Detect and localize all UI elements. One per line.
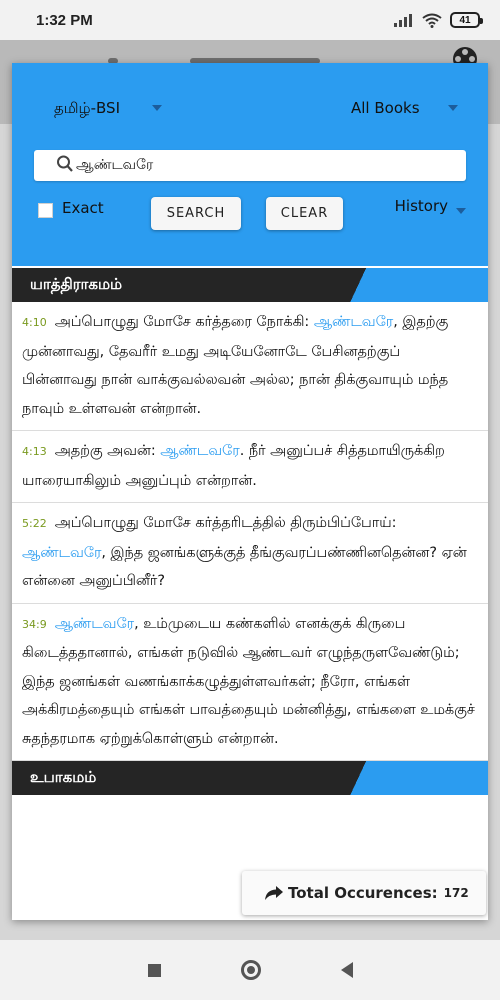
verse-item[interactable]: 4:10 அப்பொழுது மோசே கர்த்தரை நோக்கி: ஆண்ட… [12, 302, 488, 431]
system-nav-bar [0, 940, 500, 1000]
book-header: யாத்திராகமம் [12, 268, 488, 302]
share-arrow-icon [265, 886, 283, 900]
verse-item[interactable]: 5:22 அப்பொழுது மோசே கர்த்தரிடத்தில் திரும… [12, 503, 488, 604]
total-label: Total Occurences: [288, 884, 438, 902]
search-input[interactable] [60, 157, 440, 174]
book-title: யாத்திராகமம் [30, 275, 123, 293]
home-icon[interactable] [240, 960, 261, 980]
total-occurrences-button[interactable]: Total Occurences: 172 [242, 871, 486, 915]
recents-icon[interactable] [147, 963, 161, 977]
verse-text: அதற்கு அவன்: [54, 443, 161, 459]
verse-match: ஆண்டவரே [160, 443, 240, 459]
status-bar: 1:32 PM 41 [0, 0, 500, 40]
verse-ref: 5:22 [22, 517, 47, 530]
results-list[interactable]: யாத்திராகமம் 4:10 அப்பொழுது மோசே கர்த்தரை… [12, 268, 488, 795]
status-time: 1:32 PM [36, 11, 93, 29]
search-field[interactable] [34, 150, 466, 181]
chevron-down-icon[interactable] [448, 105, 458, 111]
verse-text: அப்பொழுது மோசே கர்த்தரிடத்தில் திரும்பிப… [54, 515, 397, 531]
verse-match: ஆண்டவரே [22, 544, 102, 561]
verse-match: ஆண்டவரே [54, 615, 135, 632]
verse-ref: 4:13 [22, 445, 47, 458]
verse-ref: 4:10 [22, 316, 47, 329]
history-dropdown[interactable]: History [395, 197, 448, 215]
verse-item[interactable]: 4:13 அதற்கு அவன்: ஆண்டவரே. நீர் அனுப்பச் … [12, 431, 488, 503]
book-header: உபாகமம் [12, 761, 488, 795]
signal-icon [394, 14, 412, 27]
chevron-down-icon[interactable] [152, 105, 162, 111]
exact-checkbox[interactable] [38, 203, 53, 218]
search-panel: தமிழ்-BSI All Books Exact SEARCH CLEAR H… [12, 63, 488, 266]
total-count: 172 [443, 886, 469, 900]
search-dialog: தமிழ்-BSI All Books Exact SEARCH CLEAR H… [12, 63, 488, 920]
wifi-icon [422, 13, 442, 28]
back-icon[interactable] [340, 962, 353, 978]
version-dropdown[interactable]: தமிழ்-BSI [54, 99, 120, 119]
verse-text: அப்பொழுது மோசே கர்த்தரை நோக்கி: [54, 314, 314, 330]
chevron-down-icon[interactable] [456, 208, 466, 214]
books-dropdown[interactable]: All Books [351, 99, 420, 117]
clear-button[interactable]: CLEAR [266, 197, 343, 230]
search-icon [57, 155, 73, 172]
exact-label: Exact [62, 199, 104, 217]
battery-icon: 41 [450, 12, 483, 28]
verse-text: , உம்முடைய கண்களில் எனக்குக் கிருபை கிடை… [22, 615, 475, 747]
book-title: உபாகமம் [30, 768, 97, 786]
verse-match: ஆண்டவரே [313, 314, 394, 330]
verse-item[interactable]: 34:9 ஆண்டவரே, உம்முடைய கண்களில் எனக்குக் … [12, 604, 488, 761]
verse-ref: 34:9 [22, 617, 47, 631]
search-button[interactable]: SEARCH [151, 197, 241, 230]
